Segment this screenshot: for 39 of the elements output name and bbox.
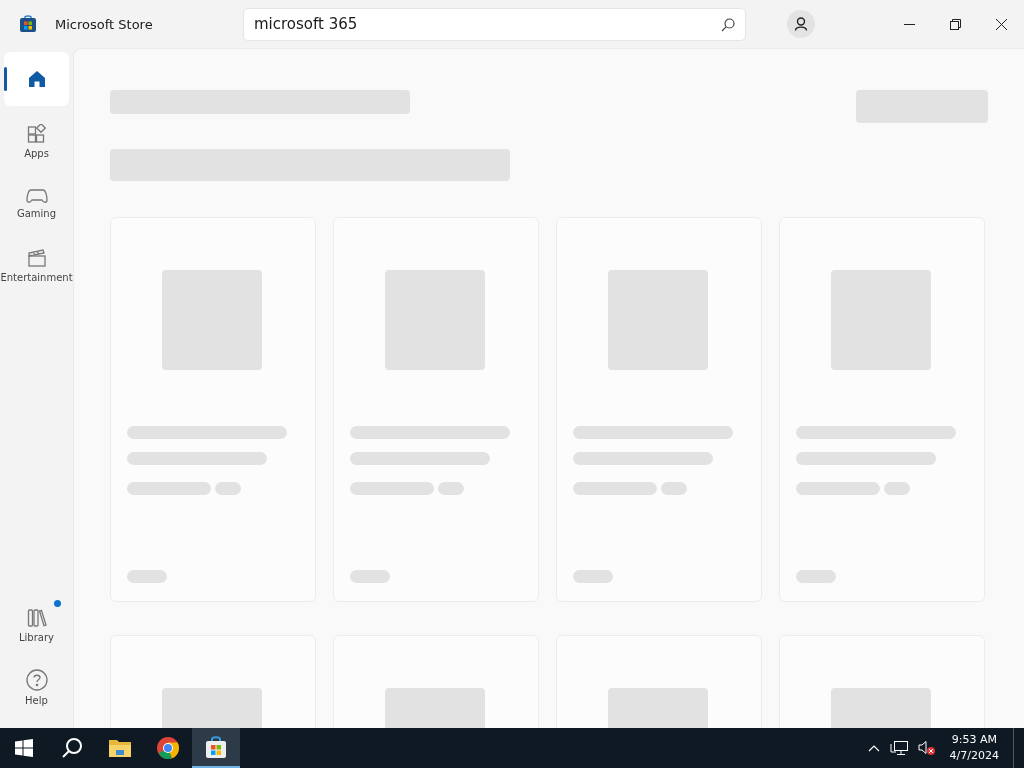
muted-speaker-icon[interactable] xyxy=(917,740,936,756)
chrome-icon xyxy=(156,736,180,760)
apps-icon xyxy=(26,123,47,144)
store-bag-icon xyxy=(204,735,228,759)
skeleton-line xyxy=(796,570,836,583)
nav-item[interactable]: Apps xyxy=(4,114,69,168)
skeleton-line xyxy=(350,570,390,583)
clock-time[interactable]: 9:53 AM xyxy=(951,732,997,748)
nav-item[interactable]: Library xyxy=(4,598,69,652)
books-icon xyxy=(26,607,47,628)
help-icon xyxy=(25,668,48,691)
folder-icon xyxy=(108,738,132,758)
restore-icon xyxy=(949,18,961,30)
search-field[interactable]: microsoft 365 xyxy=(243,7,746,41)
skeleton-line xyxy=(884,482,910,495)
home-icon xyxy=(26,69,47,89)
person-icon xyxy=(794,17,808,31)
skeleton-line xyxy=(215,482,241,495)
chevron-up-icon[interactable] xyxy=(867,744,880,752)
taskbar-button[interactable] xyxy=(192,728,240,768)
nav-item[interactable] xyxy=(4,52,69,106)
account-button[interactable] xyxy=(787,10,815,38)
clock-date[interactable]: 4/7/2024 xyxy=(949,748,999,764)
close-icon xyxy=(995,18,1007,30)
search-icon xyxy=(61,737,83,759)
windows-logo-icon xyxy=(15,739,33,757)
skeleton-line xyxy=(573,570,613,583)
skeleton-line xyxy=(127,570,167,583)
clapperboard-icon xyxy=(26,247,47,268)
game-controller-icon xyxy=(25,187,48,204)
skeleton-line xyxy=(438,482,464,495)
window-title: Microsoft Store xyxy=(55,16,154,32)
skeleton-line xyxy=(661,482,687,495)
selection-indicator xyxy=(4,67,7,91)
search-icon[interactable] xyxy=(721,17,735,32)
store-logo-icon xyxy=(19,15,37,33)
nav-item[interactable]: Gaming xyxy=(4,176,69,230)
nav-item[interactable]: Help xyxy=(4,660,69,714)
network-icon[interactable] xyxy=(889,740,908,756)
